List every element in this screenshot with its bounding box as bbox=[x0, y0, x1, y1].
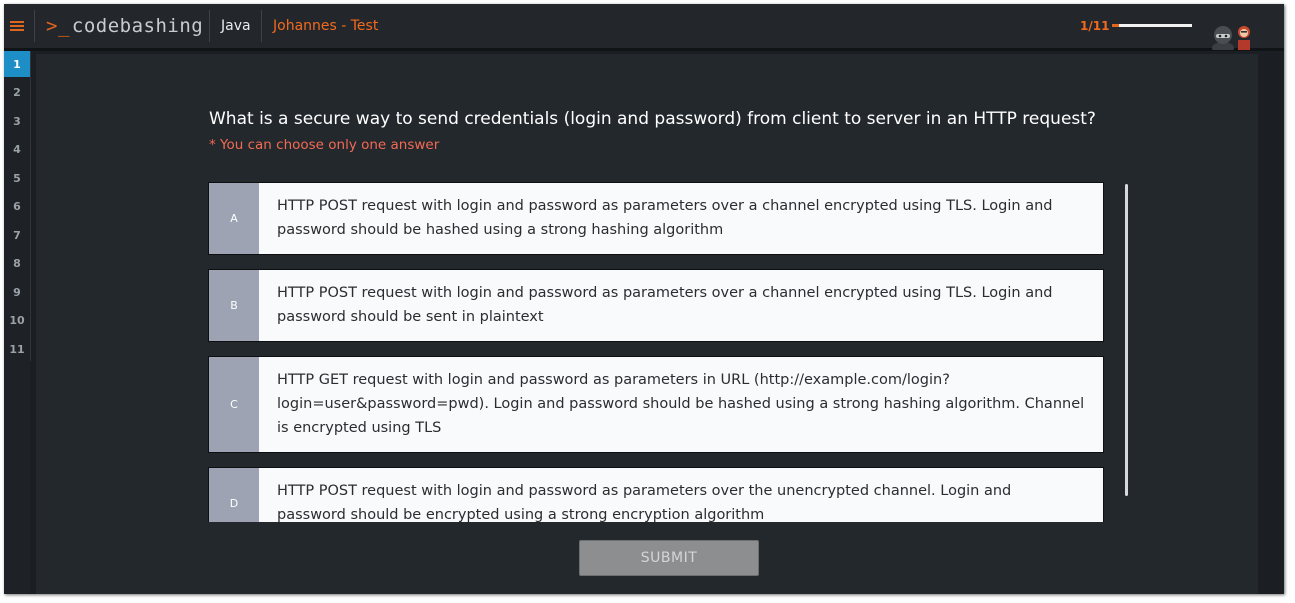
sidebar-item-2[interactable]: 2 bbox=[4, 80, 30, 106]
sidebar-border bbox=[30, 51, 31, 361]
answer-list[interactable]: A HTTP POST request with login and passwo… bbox=[208, 182, 1104, 522]
answer-text: HTTP POST request with login and passwor… bbox=[259, 183, 1065, 254]
answer-text: HTTP GET request with login and password… bbox=[259, 357, 1096, 452]
question-text: What is a secure way to send credentials… bbox=[209, 109, 1096, 129]
answer-text-line: HTTP POST request with login and passwor… bbox=[277, 198, 1053, 214]
progress-bar bbox=[1112, 24, 1192, 27]
sidebar-item-7[interactable]: 7 bbox=[4, 222, 30, 248]
answer-option-c[interactable]: C HTTP GET request with login and passwor… bbox=[208, 356, 1104, 453]
answer-text: HTTP POST request with login and passwor… bbox=[259, 468, 1023, 522]
progress-bar-fill bbox=[1112, 24, 1120, 27]
answer-text-line: is encrypted using TLS bbox=[277, 420, 442, 436]
answer-text-line: password should be sent in plaintext bbox=[277, 309, 544, 325]
answer-text-line: HTTP GET request with login and password… bbox=[277, 372, 950, 388]
answer-letter: D bbox=[209, 468, 259, 522]
answer-text-line: password should be encrypted using a str… bbox=[277, 507, 765, 522]
sidebar-item-11[interactable]: 11 bbox=[4, 336, 30, 362]
answer-hint: * You can choose only one answer bbox=[209, 137, 440, 153]
characters-avatar-icon[interactable] bbox=[1208, 22, 1254, 50]
answer-option-a[interactable]: A HTTP POST request with login and passwo… bbox=[208, 182, 1104, 255]
answer-text-line: login=user&password=pwd). Login and pass… bbox=[277, 396, 1085, 412]
answer-text-line: password should be hashed using a strong… bbox=[277, 222, 724, 238]
answer-letter: A bbox=[209, 183, 259, 254]
sidebar-item-6[interactable]: 6 bbox=[4, 194, 30, 220]
answer-option-b[interactable]: B HTTP POST request with login and passwo… bbox=[208, 269, 1104, 342]
course-title[interactable]: Johannes - Test bbox=[273, 4, 378, 48]
logo-text: codebashing bbox=[71, 15, 204, 37]
hamburger-menu-button[interactable] bbox=[4, 4, 30, 48]
quiz-panel: What is a secure way to send credentials… bbox=[36, 54, 1258, 594]
answer-letter: C bbox=[209, 357, 259, 452]
sidebar-item-10[interactable]: 10 bbox=[4, 308, 30, 334]
submit-button[interactable]: SUBMIT bbox=[579, 540, 759, 576]
sidebar-item-4[interactable]: 4 bbox=[4, 137, 30, 163]
answer-list-scrollbar[interactable] bbox=[1125, 184, 1128, 496]
answer-option-d[interactable]: D HTTP POST request with login and passwo… bbox=[208, 467, 1104, 522]
progress-bar-remaining bbox=[1119, 24, 1192, 27]
divider bbox=[261, 10, 262, 42]
sidebar-item-9[interactable]: 9 bbox=[4, 279, 30, 305]
divider bbox=[34, 10, 35, 42]
sidebar-item-8[interactable]: 8 bbox=[4, 251, 30, 277]
language-label[interactable]: Java bbox=[221, 4, 251, 48]
divider bbox=[209, 10, 210, 42]
answer-text: HTTP POST request with login and passwor… bbox=[259, 270, 1065, 341]
top-bar: >_ codebashing Java Johannes - Test 1/11 bbox=[4, 4, 1284, 51]
answer-text-line: HTTP POST request with login and passwor… bbox=[277, 285, 1053, 301]
progress-counter: 1/11 bbox=[1080, 19, 1110, 33]
sidebar-item-1[interactable]: 1 bbox=[4, 51, 30, 77]
sidebar-item-3[interactable]: 3 bbox=[4, 108, 30, 134]
lesson-sidebar: 1 2 3 4 5 6 7 8 9 10 11 bbox=[4, 51, 30, 594]
answer-letter: B bbox=[209, 270, 259, 341]
sidebar-item-5[interactable]: 5 bbox=[4, 165, 30, 191]
answer-text-line: HTTP POST request with login and passwor… bbox=[277, 483, 1012, 499]
logo-prompt: >_ bbox=[46, 15, 70, 37]
hamburger-icon bbox=[10, 21, 24, 31]
app-window: >_ codebashing Java Johannes - Test 1/11… bbox=[4, 4, 1284, 594]
codebashing-logo[interactable]: >_ codebashing bbox=[46, 12, 203, 40]
